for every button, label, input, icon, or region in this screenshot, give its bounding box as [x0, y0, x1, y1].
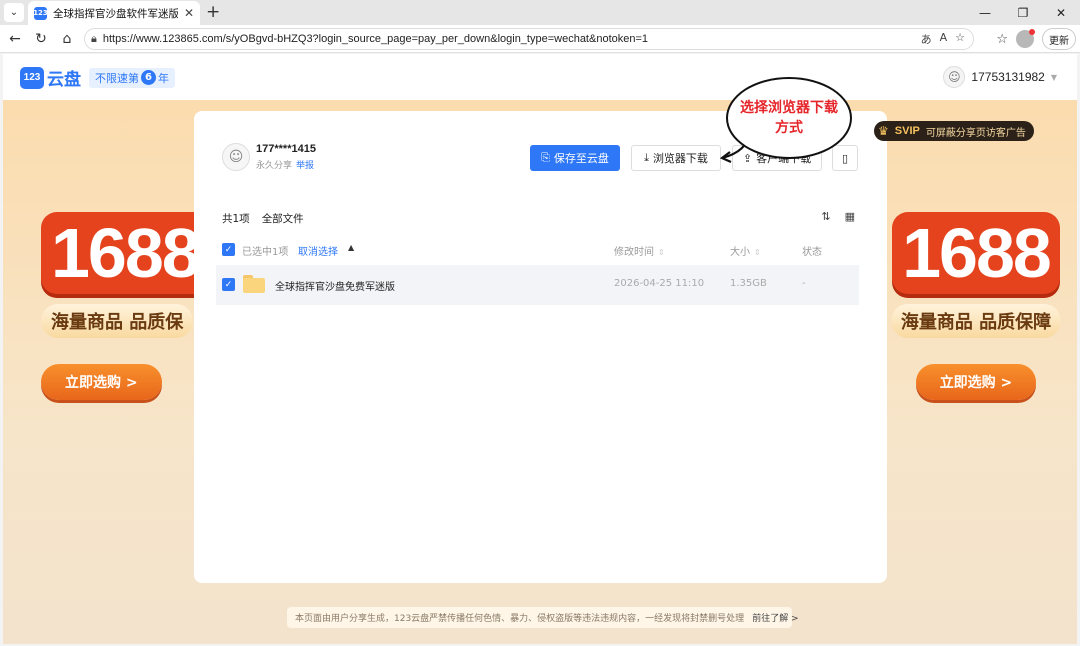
refresh-icon[interactable]: ↻ [32, 30, 50, 48]
learn-more-link[interactable]: 前往了解 > [752, 611, 798, 624]
tab-title: 全球指挥官沙盘软件军迷版_123云盘 [53, 7, 178, 20]
update-button[interactable]: 更新 [1042, 28, 1076, 50]
sharer-avatar-icon: ☺ [222, 143, 250, 171]
sharer-name: 177****1415 [256, 143, 316, 155]
logo-mark: 123 [20, 66, 44, 89]
select-all-checkbox[interactable]: ✓ [222, 243, 235, 256]
view-switcher: ⇅ ▦ [821, 210, 855, 223]
name-sort-icon[interactable]: ▲ [348, 243, 354, 252]
crown-icon: ♛ [878, 124, 889, 138]
promo-number-left: 1688 [41, 212, 209, 294]
chevron-down-icon: ▼ [1050, 72, 1057, 82]
annotation-text: 选择浏览器下载方式 [740, 100, 838, 136]
logo-text: 云盘 [47, 70, 81, 90]
logo[interactable]: 123 云盘 不限速第 6 年 [20, 65, 175, 90]
favorites-icon[interactable]: ☆ [996, 32, 1008, 47]
browser-download-button[interactable]: ⤓ 浏览器下载 [631, 145, 721, 171]
save-to-cloud-button[interactable]: ⎘ 保存至云盘 [530, 145, 620, 171]
window-controls: — ❐ ✕ [966, 0, 1080, 25]
col-modified-label: 修改时间 [614, 247, 654, 258]
site-header: 123 云盘 不限速第 6 年 ☺ 17753131982 ▼ [3, 54, 1077, 100]
footer-notice: 本页面由用户分享生成，123云盘严禁传播任何色情、暴力、侵权盗版等违法违规内容，… [287, 607, 799, 628]
badge-number: 6 [141, 70, 156, 85]
translate-icon[interactable]: あ [921, 31, 932, 47]
minimize-icon[interactable]: — [966, 0, 1004, 25]
promo-number-right: 1688 [892, 212, 1060, 294]
file-modified: 2026-04-25 11:10 [614, 278, 705, 289]
download-icon: ⤓ [644, 151, 649, 164]
file-status: - [802, 278, 806, 289]
browser-download-label: 浏览器下载 [652, 152, 708, 165]
phone-icon: ▯ [841, 151, 849, 165]
address-url: https://www.123865.com/s/yOBgvd-bHZQ3?lo… [102, 33, 649, 45]
browser-tabbar: ⌄ 123 全球指挥官沙盘软件军迷版_123云盘 ✕ + — ❐ ✕ [0, 0, 1080, 25]
promo-buy-button-left[interactable]: 立即选购 > [41, 364, 162, 400]
badge-prefix: 不限速第 [95, 71, 139, 85]
tab-favicon-icon: 123 [33, 6, 48, 20]
file-name[interactable]: 全球指挥官沙盘免费军迷版 [275, 278, 395, 293]
restore-icon[interactable]: ❐ [1004, 0, 1042, 25]
sharer-info: ☺ 177****1415 永久分享 举报 [222, 143, 316, 171]
lock-icon: 🔒︎ [91, 32, 97, 45]
all-files-breadcrumb[interactable]: 全部文件 [262, 211, 304, 226]
table-row[interactable]: ✓ 全球指挥官沙盘免费军迷版 2026-04-25 11:10 1.35GB - [216, 265, 859, 305]
svip-promo-badge[interactable]: ♛ SVIP 可屏蔽分享页访客广告 [874, 121, 1034, 141]
cancel-selection-link[interactable]: 取消选择 [298, 243, 338, 258]
home-icon[interactable]: ⌂ [58, 30, 76, 48]
user-avatar-icon: ☺ [943, 66, 966, 88]
file-table-header: ✓ 已选中1项 取消选择 ▲ 修改时间 ⇕ 大小 ⇕ 状态 [216, 239, 859, 261]
grid-view-icon[interactable]: ▦ [845, 210, 855, 223]
sort-icon[interactable]: ⇅ [821, 210, 830, 223]
promo-subtitle-right: 海量商品 品质保障 [890, 304, 1062, 338]
col-status: 状态 [802, 247, 822, 258]
browser-tab[interactable]: 123 全球指挥官沙盘软件军迷版_123云盘 ✕ [28, 1, 200, 25]
row-checkbox[interactable]: ✓ [222, 278, 235, 291]
folder-icon [243, 275, 265, 293]
selected-count: 已选中1项 [242, 247, 289, 258]
promo-subtitle-left: 海量商品 品质保 [41, 304, 194, 338]
promo-right: 1688 海量商品 品质保障 立即选购 > [871, 212, 1077, 400]
browser-navbar: ← ↻ ⌂ 🔒︎ https://www.123865.com/s/yOBgvd… [0, 25, 1080, 53]
svip-text: 可屏蔽分享页访客广告 [925, 127, 1026, 139]
share-type: 永久分享 [256, 161, 293, 171]
address-bar[interactable]: 🔒︎ https://www.123865.com/s/yOBgvd-bHZQ3… [84, 28, 974, 50]
user-menu[interactable]: ☺ 17753131982 ▼ [943, 66, 1057, 88]
col-modified[interactable]: 修改时间 ⇕ [614, 243, 665, 258]
file-size: 1.35GB [730, 278, 767, 289]
col-size-label: 大小 [730, 247, 750, 258]
save-label: 保存至云盘 [553, 152, 609, 165]
save-icon: ⎘ [541, 151, 550, 164]
annotation-bubble: 选择浏览器下载方式 [726, 77, 852, 159]
sort-arrows-icon: ⇕ [658, 248, 665, 257]
col-size[interactable]: 大小 ⇕ [730, 243, 761, 258]
tab-list-chevron-icon[interactable]: ⌄ [4, 3, 24, 22]
report-link[interactable]: 举报 [296, 161, 314, 171]
profile-avatar[interactable] [1016, 29, 1035, 48]
file-count-bar: 共1项 全部文件 [222, 211, 304, 226]
share-card: ☺ 177****1415 永久分享举报 ⎘ 保存至云盘 ⤓ 浏览器下载 ⇪ 客… [194, 111, 887, 583]
item-count: 共1项 [222, 213, 250, 225]
read-aloud-icon[interactable]: A [940, 31, 948, 47]
new-tab-icon[interactable]: + [206, 2, 220, 22]
sort-arrows-icon: ⇕ [754, 248, 761, 257]
speed-badge: 不限速第 6 年 [89, 67, 175, 88]
svip-label: SVIP [894, 125, 920, 137]
badge-suffix: 年 [158, 71, 169, 85]
promo-buy-button-right[interactable]: 立即选购 > [915, 364, 1037, 400]
user-name: 17753131982 [971, 70, 1045, 84]
tab-close-icon[interactable]: ✕ [184, 6, 194, 20]
notice-text: 本页面由用户分享生成，123云盘严禁传播任何色情、暴力、侵权盗版等违法违规内容，… [295, 614, 745, 624]
mobile-download-button[interactable]: ▯ [832, 145, 858, 171]
favorite-star-icon[interactable]: ☆ [955, 31, 965, 47]
back-icon[interactable]: ← [6, 30, 24, 48]
close-window-icon[interactable]: ✕ [1042, 0, 1080, 25]
